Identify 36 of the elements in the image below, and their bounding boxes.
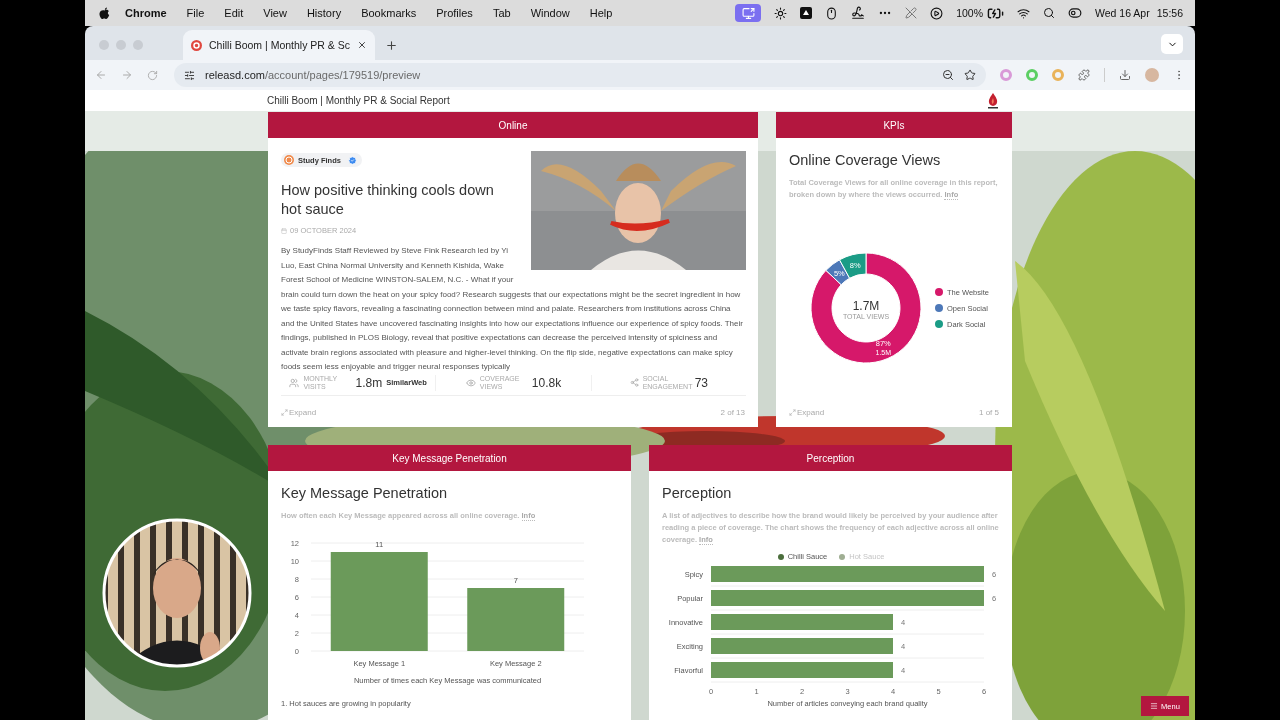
menu-item[interactable]: Window bbox=[530, 7, 570, 19]
tab-title: Chilli Boom | Monthly PR & Sc bbox=[209, 39, 351, 51]
mouse-icon[interactable] bbox=[825, 6, 839, 20]
report-title: Chilli Boom | Monthly PR & Social Report bbox=[267, 95, 450, 106]
battery-percentage: 100% bbox=[956, 7, 984, 19]
menu-item[interactable]: Help bbox=[589, 7, 613, 19]
download-icon[interactable] bbox=[1119, 69, 1131, 81]
menu-item[interactable]: Bookmarks bbox=[361, 7, 417, 19]
menu-item[interactable]: Edit bbox=[224, 7, 244, 19]
bookmark-star-icon[interactable] bbox=[964, 69, 976, 81]
site-favicon bbox=[191, 39, 202, 51]
menubar-time[interactable]: 15:56 bbox=[1156, 7, 1183, 19]
browser-tab[interactable]: Chilli Boom | Monthly PR & Sc bbox=[183, 30, 376, 60]
apple-icon[interactable] bbox=[99, 6, 110, 20]
menu-item[interactable]: History bbox=[306, 7, 342, 19]
menu-item[interactable]: Chrome bbox=[125, 7, 167, 19]
zoom-icon[interactable] bbox=[942, 69, 954, 81]
site-settings-icon[interactable] bbox=[184, 69, 195, 81]
sun-icon[interactable] bbox=[774, 6, 788, 20]
url-text: releasd.com/account/pages/179519/preview bbox=[205, 69, 421, 81]
menu-item[interactable]: Tab bbox=[492, 7, 511, 19]
screen-share-icon[interactable] bbox=[735, 4, 762, 22]
chilli-logo-icon bbox=[986, 92, 1000, 109]
address-bar[interactable]: releasd.com/account/pages/179519/preview bbox=[174, 63, 986, 87]
signature-icon[interactable] bbox=[851, 6, 866, 20]
search-icon[interactable] bbox=[1043, 7, 1056, 19]
menu-item[interactable]: File bbox=[186, 7, 205, 19]
wifi-icon[interactable] bbox=[1017, 6, 1031, 20]
close-tab-icon[interactable] bbox=[357, 40, 368, 50]
extensions-icon[interactable] bbox=[1078, 69, 1090, 81]
menu-item[interactable]: Profiles bbox=[436, 7, 473, 19]
play-icon[interactable] bbox=[930, 6, 944, 20]
menu-item[interactable]: View bbox=[263, 7, 287, 19]
menubar-date[interactable]: Wed 16 Apr bbox=[1095, 7, 1150, 19]
new-tab-icon[interactable] bbox=[385, 38, 399, 52]
pen-off-icon[interactable] bbox=[905, 7, 918, 19]
